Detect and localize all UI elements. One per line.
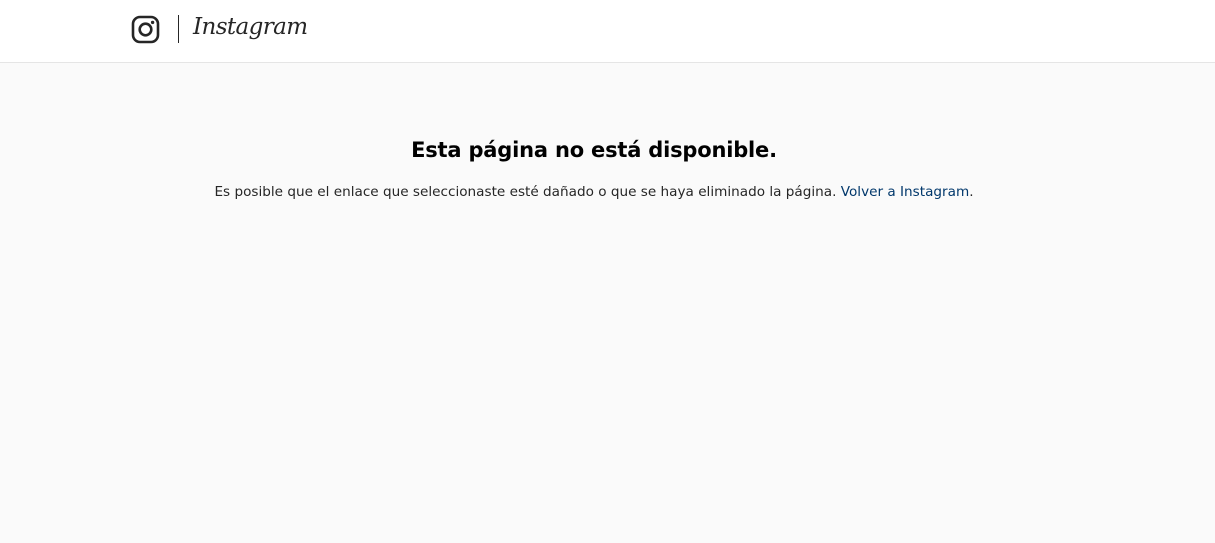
back-to-instagram-link[interactable]: Volver a Instagram bbox=[841, 184, 969, 200]
error-message-text: Es posible que el enlace que seleccionas… bbox=[214, 184, 837, 200]
instagram-wordmark-logo[interactable]: Instagram bbox=[193, 12, 308, 42]
instagram-glyph-icon[interactable] bbox=[131, 15, 160, 44]
error-message: Es posible que el enlace que seleccionas… bbox=[0, 183, 1188, 201]
trailing-period: . bbox=[969, 184, 974, 200]
top-navigation-bar: Instagram bbox=[0, 0, 1215, 63]
logo-divider bbox=[178, 15, 179, 43]
page-title: Esta página no está disponible. bbox=[411, 138, 777, 162]
